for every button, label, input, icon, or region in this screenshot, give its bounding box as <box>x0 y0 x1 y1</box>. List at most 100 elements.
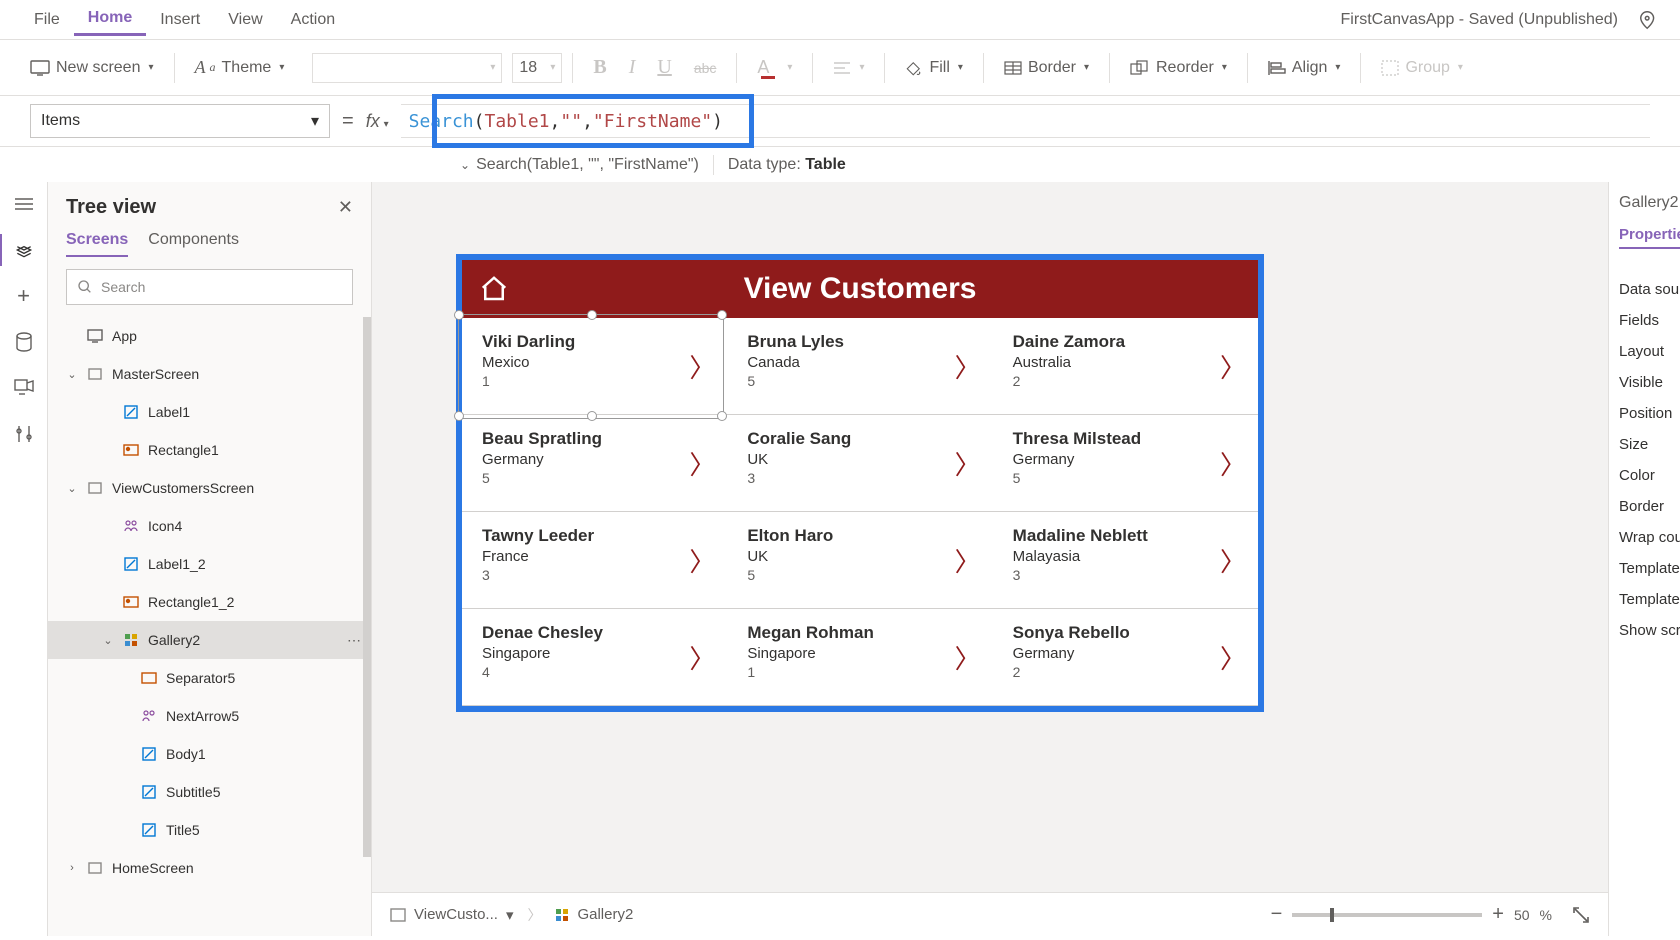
font-family-select[interactable]: ▾ <box>312 53 502 83</box>
gallery-selection[interactable]: View Customers Viki DarlingMexico1〉Bruna… <box>456 254 1264 712</box>
chevron-right-icon[interactable]: 〉 <box>689 639 715 676</box>
gallery-cell[interactable]: Sonya RebelloGermany2〉 <box>993 609 1258 706</box>
property-row[interactable]: Color <box>1619 467 1676 484</box>
bold-button[interactable]: B <box>583 50 616 85</box>
rail-tree-icon[interactable] <box>12 238 36 262</box>
tab-components[interactable]: Components <box>148 231 239 257</box>
tree-node-viewcustomers[interactable]: ⌄ViewCustomersScreen <box>48 469 371 507</box>
gallery-cell[interactable]: Thresa MilsteadGermany5〉 <box>993 415 1258 512</box>
tree-node-subtitle5[interactable]: Subtitle5 <box>48 773 371 811</box>
tree-node-icon4[interactable]: Icon4 <box>48 507 371 545</box>
fill-button[interactable]: Fill▾ <box>895 53 972 83</box>
underline-button[interactable]: U <box>647 50 681 85</box>
menu-view[interactable]: View <box>214 5 276 35</box>
tree-node-body1[interactable]: Body1 <box>48 735 371 773</box>
menu-file[interactable]: File <box>20 5 74 35</box>
chevron-right-icon[interactable]: 〉 <box>689 542 715 579</box>
tree-node-homescreen[interactable]: ›HomeScreen <box>48 849 371 887</box>
tree-node-separator5[interactable]: Separator5 <box>48 659 371 697</box>
menu-home[interactable]: Home <box>74 3 146 36</box>
group-button[interactable]: Group▾ <box>1371 53 1473 83</box>
italic-button[interactable]: I <box>619 50 646 85</box>
home-icon[interactable] <box>478 274 510 304</box>
strike-button[interactable]: abc <box>684 54 727 82</box>
zoom-out-button[interactable]: − <box>1271 903 1283 926</box>
canvas-area[interactable]: View Customers Viki DarlingMexico1〉Bruna… <box>372 182 1608 936</box>
gallery-cell[interactable]: Daine ZamoraAustralia2〉 <box>993 318 1258 415</box>
formula-input[interactable]: Search(Table1, "", "FirstName") <box>401 104 1650 138</box>
gallery-cell[interactable]: Bruna LylesCanada5〉 <box>727 318 992 415</box>
chevron-right-icon[interactable]: 〉 <box>689 445 715 482</box>
gallery-cell[interactable]: Elton HaroUK5〉 <box>727 512 992 609</box>
chevron-right-icon[interactable]: 〉 <box>1220 445 1246 482</box>
menu-insert[interactable]: Insert <box>146 5 214 35</box>
zoom-in-button[interactable]: + <box>1492 903 1504 926</box>
font-color-button[interactable]: A▾ <box>747 51 802 84</box>
customer-gallery[interactable]: Viki DarlingMexico1〉Bruna LylesCanada5〉D… <box>462 318 1258 706</box>
zoom-slider[interactable] <box>1292 913 1482 917</box>
new-screen-button[interactable]: New screen▾ <box>20 53 164 83</box>
chevron-right-icon[interactable]: 〉 <box>955 445 981 482</box>
chevron-right-icon[interactable]: 〉 <box>955 542 981 579</box>
customer-country: France <box>482 548 713 565</box>
tree-node-rectangle1[interactable]: Rectangle1 <box>48 431 371 469</box>
property-row[interactable]: Position <box>1619 405 1676 422</box>
tree-node-title5[interactable]: Title5 <box>48 811 371 849</box>
rail-advanced-icon[interactable] <box>12 422 36 446</box>
gallery-cell[interactable]: Beau SpratlingGermany5〉 <box>462 415 727 512</box>
property-row[interactable]: Visible <box>1619 374 1676 391</box>
rail-data-icon[interactable] <box>12 330 36 354</box>
formula-datatype: Data type: Table <box>728 156 846 174</box>
chevron-right-icon[interactable]: 〉 <box>689 348 715 385</box>
health-icon[interactable] <box>1638 9 1660 31</box>
tree-node-label1-2[interactable]: Label1_2 <box>48 545 371 583</box>
property-row[interactable]: Show scroll <box>1619 622 1676 639</box>
tree-node-nextarrow5[interactable]: NextArrow5 <box>48 697 371 735</box>
formula-hint[interactable]: ⌄ Search(Table1, "", "FirstName") <box>460 156 699 174</box>
tree-node-app[interactable]: App <box>48 317 371 355</box>
theme-button[interactable]: Aa Theme▾ <box>185 51 295 84</box>
gallery-cell[interactable]: Madaline NeblettMalayasia3〉 <box>993 512 1258 609</box>
zoom-value: 50 <box>1514 907 1530 923</box>
property-row[interactable]: Template size <box>1619 560 1676 577</box>
breadcrumb-control[interactable]: Gallery2 <box>555 906 633 923</box>
chevron-right-icon[interactable]: 〉 <box>1220 542 1246 579</box>
chevron-right-icon[interactable]: 〉 <box>1220 348 1246 385</box>
breadcrumb-screen[interactable]: ViewCusto... ▾ <box>390 906 513 924</box>
property-row[interactable]: Layout <box>1619 343 1676 360</box>
tree-node-rectangle1-2[interactable]: Rectangle1_2 <box>48 583 371 621</box>
align-text-button[interactable]: ▾ <box>823 55 874 81</box>
border-button[interactable]: Border▾ <box>994 53 1099 83</box>
chevron-right-icon[interactable]: 〉 <box>955 348 981 385</box>
tree-search-input[interactable]: Search <box>66 269 353 305</box>
close-icon[interactable]: ✕ <box>338 197 353 218</box>
gallery-cell[interactable]: Viki DarlingMexico1〉 <box>462 318 727 415</box>
property-row[interactable]: Size <box>1619 436 1676 453</box>
rail-insert-icon[interactable]: + <box>12 284 36 308</box>
property-row[interactable]: Border <box>1619 498 1676 515</box>
rail-hamburger-icon[interactable] <box>12 192 36 216</box>
gallery-cell[interactable]: Denae ChesleySingapore4〉 <box>462 609 727 706</box>
property-selector[interactable]: Items ▾ <box>30 104 330 138</box>
font-size-input[interactable]: 18▾ <box>512 53 562 83</box>
property-row[interactable]: Data source <box>1619 281 1676 298</box>
menu-action[interactable]: Action <box>277 5 349 35</box>
rail-media-icon[interactable] <box>12 376 36 400</box>
tree-node-label1[interactable]: Label1 <box>48 393 371 431</box>
property-row[interactable]: Wrap count <box>1619 529 1676 546</box>
tab-properties[interactable]: Properties <box>1619 226 1680 249</box>
reorder-button[interactable]: Reorder▾ <box>1120 53 1237 83</box>
tree-node-masterscreen[interactable]: ⌄MasterScreen <box>48 355 371 393</box>
tree-node-gallery2[interactable]: ⌄Gallery2⋯ <box>48 621 371 659</box>
align-button[interactable]: Align▾ <box>1258 53 1351 83</box>
chevron-right-icon[interactable]: 〉 <box>955 639 981 676</box>
fit-icon[interactable] <box>1572 906 1590 924</box>
gallery-cell[interactable]: Coralie SangUK3〉 <box>727 415 992 512</box>
property-row[interactable]: Template pa <box>1619 591 1676 608</box>
gallery-cell[interactable]: Tawny LeederFrance3〉 <box>462 512 727 609</box>
more-icon[interactable]: ⋯ <box>347 632 361 649</box>
chevron-right-icon[interactable]: 〉 <box>1220 639 1246 676</box>
tab-screens[interactable]: Screens <box>66 231 128 257</box>
property-row[interactable]: Fields <box>1619 312 1676 329</box>
gallery-cell[interactable]: Megan RohmanSingapore1〉 <box>727 609 992 706</box>
